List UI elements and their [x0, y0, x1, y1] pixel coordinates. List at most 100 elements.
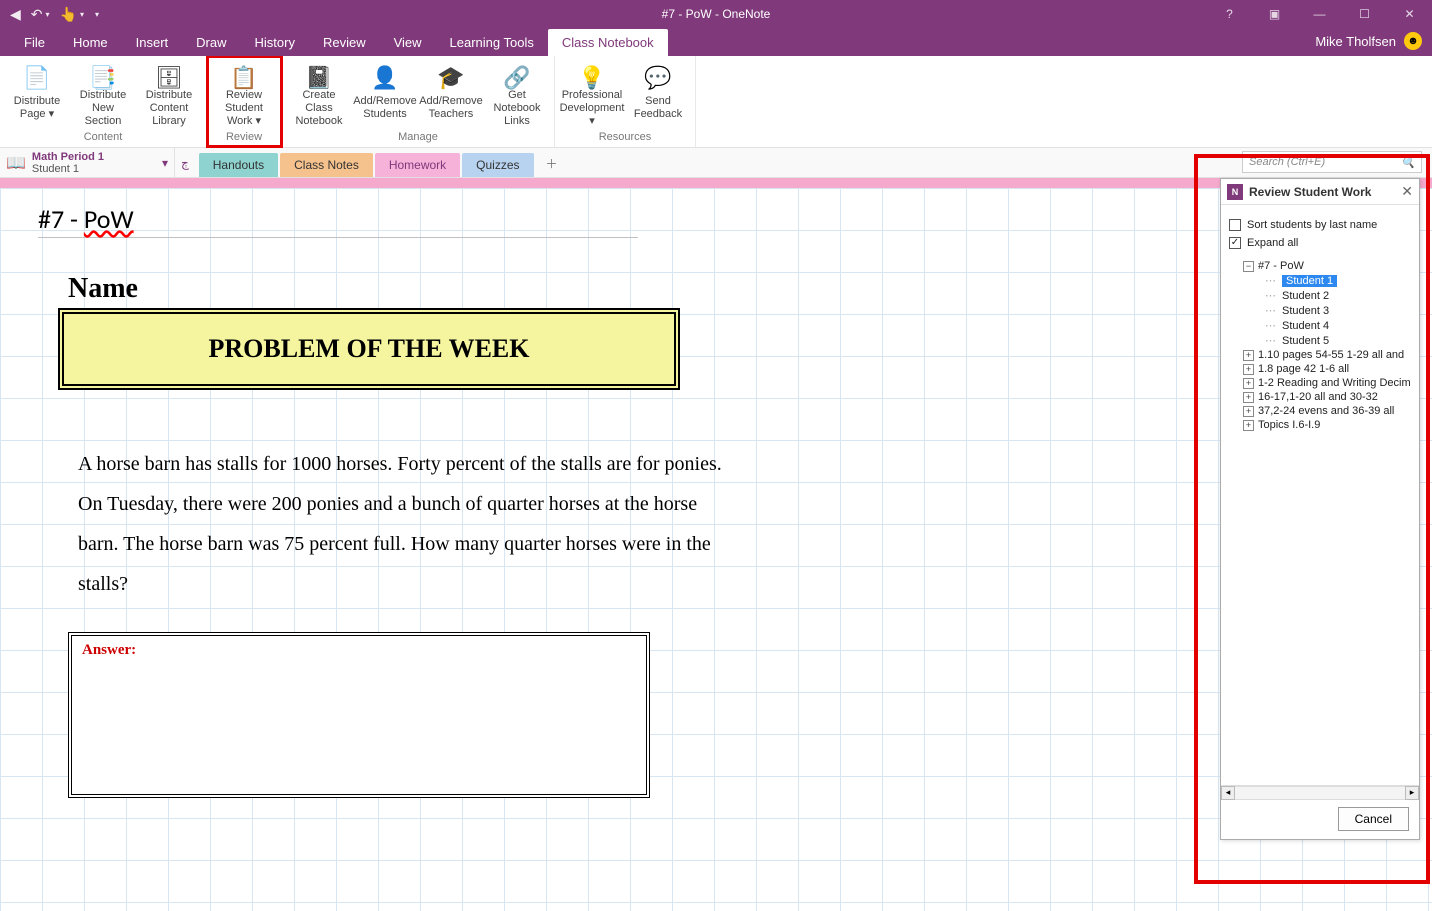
- distribute-new-section-button[interactable]: 📑Distribute New Section: [70, 58, 136, 131]
- touch-mode-button[interactable]: 👆▾: [60, 6, 84, 23]
- pin-nav-button[interactable]: ڄ: [175, 148, 195, 177]
- scroll-left-button[interactable]: ◂: [1221, 786, 1235, 800]
- tree-label: Student 3: [1282, 305, 1329, 317]
- tree-connector: ⋯: [1265, 274, 1276, 287]
- answer-label: Answer:: [82, 642, 636, 659]
- tree-label: Topics I.6-I.9: [1258, 419, 1320, 431]
- add-remove-students-icon: 👤: [371, 62, 398, 94]
- tree-toggle-icon[interactable]: +: [1243, 364, 1254, 375]
- section-tabs: HandoutsClass NotesHomeworkQuizzes＋: [195, 148, 568, 177]
- tree-page[interactable]: +16-17,1-20 all and 30-32: [1229, 390, 1411, 404]
- tree-student-student-2[interactable]: ⋯Student 2: [1229, 288, 1411, 303]
- add-remove-teachers-icon: 🎓: [437, 62, 464, 94]
- onenote-icon: N: [1227, 184, 1243, 200]
- tree-label: 1.8 page 42 1-6 all: [1258, 363, 1349, 375]
- distribute-content-library-button[interactable]: 🗄Distribute Content Library: [136, 58, 202, 131]
- panel-footer: Cancel: [1221, 799, 1419, 839]
- tab-home[interactable]: Home: [59, 29, 122, 56]
- ribbon: 📄Distribute Page ▾📑Distribute New Sectio…: [0, 56, 1432, 148]
- scroll-right-button[interactable]: ▸: [1405, 786, 1419, 800]
- create-class-notebook-button[interactable]: 📓Create Class Notebook: [286, 58, 352, 131]
- tree-page[interactable]: +1.10 pages 54-55 1-29 all and: [1229, 348, 1411, 362]
- group-label-content: Content: [84, 131, 123, 147]
- minimize-button[interactable]: —: [1297, 0, 1342, 28]
- ribbon-group-content: 📄Distribute Page ▾📑Distribute New Sectio…: [0, 56, 207, 147]
- tree-toggle-icon[interactable]: +: [1243, 406, 1254, 417]
- tab-file[interactable]: File: [10, 29, 59, 56]
- section-tab-homework[interactable]: Homework: [375, 153, 460, 177]
- smiley-icon[interactable]: ☻: [1404, 32, 1422, 50]
- sort-checkbox[interactable]: [1229, 219, 1241, 231]
- tab-class-notebook[interactable]: Class Notebook: [548, 29, 668, 56]
- notebook-selector[interactable]: 📖 Math Period 1 Student 1 ▾: [0, 148, 175, 177]
- chevron-down-icon: ▾: [162, 156, 168, 170]
- maximize-button[interactable]: ☐: [1342, 0, 1387, 28]
- problem-text: A horse barn has stalls for 1000 horses.…: [78, 444, 728, 604]
- tree-toggle-icon[interactable]: +: [1243, 350, 1254, 361]
- tree-toggle-icon[interactable]: +: [1243, 378, 1254, 389]
- panel-body: Sort students by last name ✓ Expand all …: [1221, 205, 1419, 785]
- close-icon[interactable]: ✕: [1401, 183, 1413, 200]
- cancel-button[interactable]: Cancel: [1338, 807, 1409, 831]
- tree-toggle-icon[interactable]: +: [1243, 392, 1254, 403]
- get-notebook-links-button[interactable]: 🔗Get Notebook Links: [484, 58, 550, 131]
- tab-review[interactable]: Review: [309, 29, 380, 56]
- tree-student-student-4[interactable]: ⋯Student 4: [1229, 318, 1411, 333]
- notebook-icon: 📖: [6, 153, 26, 173]
- tab-history[interactable]: History: [241, 29, 309, 56]
- distribute-page-button[interactable]: 📄Distribute Page ▾: [4, 58, 70, 131]
- expand-label: Expand all: [1247, 237, 1298, 249]
- section-tab-class-notes[interactable]: Class Notes: [280, 153, 373, 177]
- sort-checkbox-row[interactable]: Sort students by last name: [1229, 219, 1411, 231]
- tree-label: Student 2: [1282, 290, 1329, 302]
- tab-draw[interactable]: Draw: [182, 29, 240, 56]
- ribbon-group-manage: 📓Create Class Notebook👤Add/Remove Studen…: [282, 56, 555, 147]
- tab-learning-tools[interactable]: Learning Tools: [436, 29, 548, 56]
- review-student-work-button[interactable]: 📋Review Student Work ▾: [211, 58, 277, 131]
- page-title[interactable]: #7 - PoW: [38, 203, 638, 238]
- panel-title: Review Student Work: [1249, 185, 1371, 199]
- title-bar: ◀ ↶▾ 👆▾ ▾ #7 - PoW - OneNote ? ▣ — ☐ ✕: [0, 0, 1432, 28]
- tree-page[interactable]: +1.8 page 42 1-6 all: [1229, 362, 1411, 376]
- ribbon-group-resources: 💡Professional Development ▾💬Send Feedbac…: [555, 56, 696, 147]
- add-remove-students-button[interactable]: 👤Add/Remove Students: [352, 58, 418, 131]
- tree-student-student-3[interactable]: ⋯Student 3: [1229, 303, 1411, 318]
- group-label-review: Review: [226, 131, 262, 147]
- user-area[interactable]: Mike Tholfsen ☻: [1315, 32, 1422, 50]
- student-tree: −#7 - PoW⋯Student 1⋯Student 2⋯Student 3⋯…: [1229, 259, 1411, 432]
- expand-checkbox-row[interactable]: ✓ Expand all: [1229, 237, 1411, 249]
- add-section-button[interactable]: ＋: [536, 150, 568, 177]
- help-button[interactable]: ?: [1207, 0, 1252, 28]
- tree-student-student-5[interactable]: ⋯Student 5: [1229, 333, 1411, 348]
- close-button[interactable]: ✕: [1387, 0, 1432, 28]
- scroll-track[interactable]: [1235, 786, 1405, 800]
- send-feedback-button[interactable]: 💬Send Feedback: [625, 58, 691, 131]
- tree-toggle-icon[interactable]: −: [1243, 261, 1254, 272]
- undo-button[interactable]: ↶▾: [31, 6, 50, 23]
- tab-view[interactable]: View: [380, 29, 436, 56]
- tree-page[interactable]: +37,2-24 evens and 36-39 all: [1229, 404, 1411, 418]
- tree-student-student-1[interactable]: ⋯Student 1: [1229, 273, 1411, 288]
- potw-heading: PROBLEM OF THE WEEK: [209, 334, 530, 364]
- tree-toggle-icon[interactable]: +: [1243, 420, 1254, 431]
- tree-page[interactable]: +1-2 Reading and Writing Decim: [1229, 376, 1411, 390]
- tab-insert[interactable]: Insert: [122, 29, 183, 56]
- panel-hscrollbar[interactable]: ◂ ▸: [1221, 785, 1419, 799]
- professional-development-button[interactable]: 💡Professional Development ▾: [559, 58, 625, 131]
- ribbon-options-button[interactable]: ▣: [1252, 0, 1297, 28]
- qat-customize[interactable]: ▾: [94, 10, 99, 19]
- tree-root[interactable]: −#7 - PoW: [1229, 259, 1411, 273]
- answer-box[interactable]: Answer:: [68, 632, 650, 798]
- add-remove-teachers-button[interactable]: 🎓Add/Remove Teachers: [418, 58, 484, 131]
- window-title: #7 - PoW - OneNote: [662, 7, 771, 21]
- section-tab-quizzes[interactable]: Quizzes: [462, 153, 533, 177]
- tree-label: #7 - PoW: [1258, 260, 1304, 272]
- back-button[interactable]: ◀: [10, 6, 21, 23]
- expand-checkbox[interactable]: ✓: [1229, 237, 1241, 249]
- section-tab-handouts[interactable]: Handouts: [199, 153, 278, 177]
- menu-tabs: File Home Insert Draw History Review Vie…: [0, 28, 1432, 56]
- review-student-work-panel: N Review Student Work ✕ Sort students by…: [1220, 178, 1420, 840]
- tree-page[interactable]: + Topics I.6-I.9: [1229, 418, 1411, 432]
- group-label-resources: Resources: [599, 131, 652, 147]
- tree-label: Student 5: [1282, 335, 1329, 347]
